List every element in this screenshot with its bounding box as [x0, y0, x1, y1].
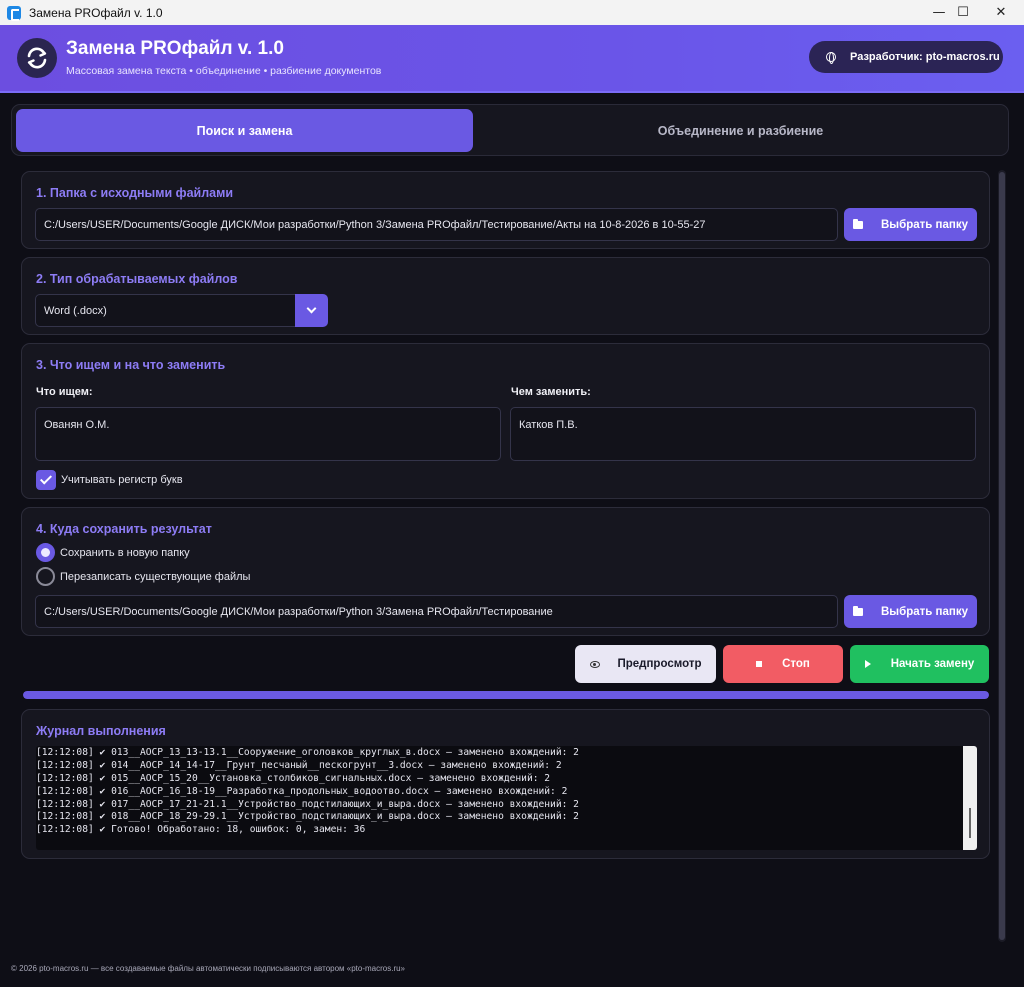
log-line: [12:12:08] ✔ 015__АОСР_15_20__Установка_…	[36, 772, 551, 784]
button-label: Стоп	[782, 658, 810, 670]
log-line: [12:12:08] ✔ Готово! Обработано: 18, оши…	[36, 824, 366, 836]
preview-button[interactable]: Предпросмотр	[575, 645, 716, 683]
window-titlebar: Замена PROфайл v. 1.0 — ☐ ✕	[0, 0, 1024, 25]
tab-search-replace[interactable]: Поиск и замена	[16, 109, 473, 152]
source-folder-panel: 1. Папка с исходными файлами C:/Users/US…	[21, 171, 990, 249]
folder-icon	[853, 605, 863, 616]
save-new-folder-label: Сохранить в новую папку	[60, 547, 190, 559]
source-folder-input[interactable]: C:/Users/USER/Documents/Google ДИСК/Мои …	[35, 208, 838, 241]
window-title: Замена PROфайл v. 1.0	[29, 5, 163, 20]
output-panel: 4. Куда сохранить результат Сохранить в …	[21, 507, 990, 636]
find-textarea[interactable]: Ованян О.М.	[35, 407, 501, 461]
case-sensitive-label: Учитывать регистр букв	[61, 474, 183, 486]
close-button[interactable]: ✕	[978, 0, 1024, 25]
refresh-logo-icon	[17, 38, 57, 78]
log-title: Журнал выполнения	[36, 724, 166, 738]
overwrite-files-radio[interactable]	[36, 567, 55, 586]
app-title: Замена PROфайл v. 1.0	[66, 38, 284, 59]
file-type-panel: 2. Тип обрабатываемых файлов Word (.docx…	[21, 257, 990, 335]
log-line: [12:12:08] ✔ 016__АОСР_16_18-19__Разрабо…	[36, 785, 568, 797]
stop-button[interactable]: Стоп	[723, 645, 843, 683]
section-title: 3. Что ищем и на что заменить	[36, 358, 226, 372]
log-line: [12:12:08] ✔ 014__АОСР_14_14-17__Грунт_п…	[36, 759, 562, 771]
button-label: Предпросмотр	[617, 658, 702, 670]
log-line: [12:12:08] ✔ 018__АОСР_18_29-29.1__Устро…	[36, 811, 579, 823]
log-line: [12:12:08] ✔ 013__АОСР_13_13-13.1__Соору…	[36, 747, 579, 758]
section-title: 4. Куда сохранить результат	[36, 522, 212, 536]
section-title: 2. Тип обрабатываемых файлов	[36, 272, 238, 286]
button-label: Выбрать папку	[881, 605, 968, 618]
choose-output-folder-button[interactable]: Выбрать папку	[844, 595, 977, 628]
log-output[interactable]: [12:12:08] ✔ 013__АОСР_13_13-13.1__Соору…	[36, 746, 977, 850]
app-icon	[7, 5, 21, 21]
case-sensitive-checkbox[interactable]	[36, 470, 56, 490]
log-panel: Журнал выполнения [12:12:08] ✔ 013__АОСР…	[21, 709, 990, 859]
tab-merge-split[interactable]: Объединение и разбиение	[475, 109, 1006, 152]
app-header: Замена PROфайл v. 1.0 Массовая замена те…	[0, 25, 1024, 93]
developer-link-button[interactable]: Разработчик: pto-macros.ru	[809, 41, 1003, 73]
replace-label: Чем заменить:	[511, 386, 591, 398]
eye-icon	[589, 660, 600, 668]
choose-source-folder-button[interactable]: Выбрать папку	[844, 208, 977, 241]
find-label: Что ищем:	[36, 386, 93, 398]
overwrite-files-label: Перезаписать существующие файлы	[60, 571, 251, 583]
find-replace-panel: 3. Что ищем и на что заменить Что ищем: …	[21, 343, 990, 499]
button-label: Начать замену	[890, 658, 975, 670]
globe-icon	[826, 52, 836, 64]
scrollbar-thumb[interactable]	[969, 808, 971, 838]
save-new-folder-radio[interactable]	[36, 543, 55, 562]
chevron-down-icon[interactable]	[295, 294, 328, 327]
file-type-select[interactable]: Word (.docx)	[35, 294, 297, 327]
play-icon	[864, 660, 871, 668]
tab-bar: Поиск и замена Объединение и разбиение	[11, 104, 1009, 156]
scrollbar-thumb[interactable]	[999, 172, 1005, 940]
button-label: Выбрать папку	[881, 218, 968, 231]
log-scrollbar[interactable]	[963, 746, 977, 850]
main-scrollbar[interactable]	[998, 170, 1006, 942]
stop-icon	[756, 661, 763, 667]
developer-label: Разработчик: pto-macros.ru	[850, 51, 1000, 63]
section-title: 1. Папка с исходными файлами	[36, 186, 234, 200]
start-replace-button[interactable]: Начать замену	[850, 645, 989, 683]
footer-text: © 2026 pto-macros.ru — все создаваемые ф…	[11, 964, 406, 973]
replace-textarea[interactable]: Катков П.В.	[510, 407, 976, 461]
output-folder-input[interactable]: C:/Users/USER/Documents/Google ДИСК/Мои …	[35, 595, 838, 628]
folder-icon	[853, 218, 863, 229]
progress-bar	[23, 691, 989, 699]
log-line: [12:12:08] ✔ 017__АОСР_17_21-21.1__Устро…	[36, 798, 579, 810]
app-subtitle: Массовая замена текста • объединение • р…	[66, 65, 382, 77]
progress-fill	[23, 691, 989, 699]
